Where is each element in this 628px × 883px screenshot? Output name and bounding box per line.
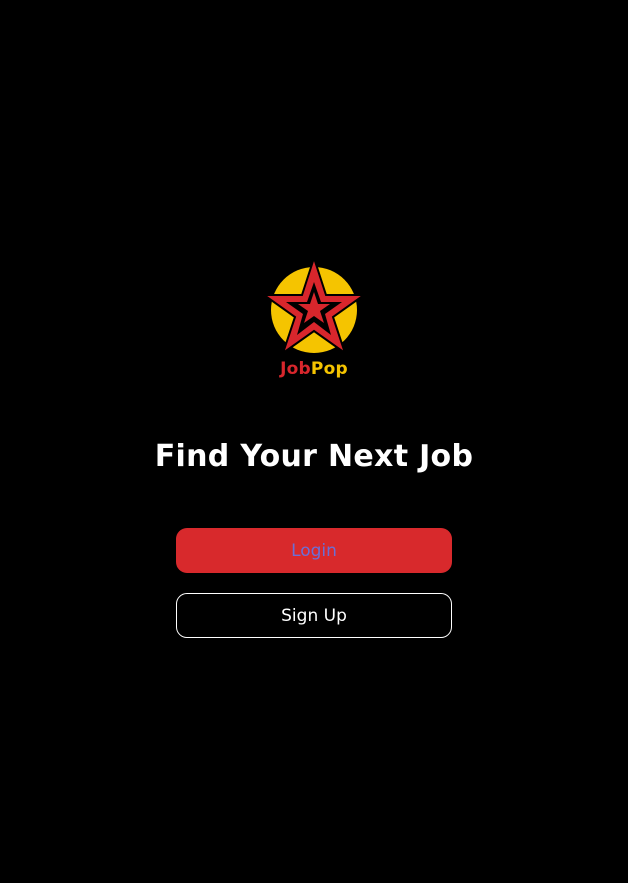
star-badge-icon <box>260 254 368 356</box>
page-title: Find Your Next Job <box>154 439 474 474</box>
signup-button[interactable]: Sign Up <box>176 593 452 638</box>
signup-button-label: Sign Up <box>281 605 347 626</box>
logo-wordmark: JobPop <box>258 358 370 380</box>
login-button-label: Login <box>291 540 337 561</box>
logo-word-pop: Pop <box>310 359 348 379</box>
welcome-screen: JobPop Find Your Next Job Login Sign Up <box>0 0 628 883</box>
login-button[interactable]: Login <box>176 528 452 573</box>
app-logo: JobPop <box>258 252 370 384</box>
logo-word-job: Job <box>280 359 311 379</box>
